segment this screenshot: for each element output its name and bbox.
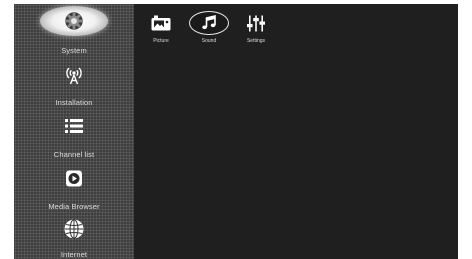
sidebar-item-installation[interactable]: Installation xyxy=(14,56,134,108)
selection-highlight xyxy=(40,6,108,36)
sliders-icon xyxy=(247,15,265,31)
submenu-item-settings[interactable]: Settings xyxy=(235,10,277,44)
sidebar-item-label: Installation xyxy=(55,98,93,107)
sidebar-item-media-browser[interactable]: Media Browser xyxy=(14,160,134,211)
music-note-icon xyxy=(202,15,216,30)
tv-menu-screen: System Installation Channel list Media B… xyxy=(14,4,458,259)
play-icon xyxy=(66,170,82,187)
picture-icon xyxy=(151,15,171,31)
globe-icon xyxy=(64,219,84,239)
submenu-item-sound[interactable]: Sound xyxy=(188,10,230,44)
antenna-icon xyxy=(66,67,82,85)
submenu-item-label: Settings xyxy=(246,38,266,44)
gear-icon xyxy=(65,12,83,30)
selection-highlight xyxy=(189,11,229,35)
sidebar-item-label: Channel list xyxy=(53,150,95,159)
sidebar-item-system[interactable]: System xyxy=(14,4,134,55)
submenu-item-label: Picture xyxy=(153,38,169,44)
submenu-item-picture[interactable]: Picture xyxy=(140,10,182,44)
main-menu-sidebar: System Installation Channel list Media B… xyxy=(14,4,134,259)
submenu-panel: Picture Sound Settings xyxy=(134,4,458,259)
sidebar-item-label: Internet xyxy=(60,250,88,259)
list-icon xyxy=(65,119,83,133)
submenu-item-label: Sound xyxy=(201,38,217,44)
sidebar-item-label: System xyxy=(61,46,87,55)
sidebar-item-internet[interactable]: Internet xyxy=(14,210,134,259)
sidebar-item-channel-list[interactable]: Channel list xyxy=(14,108,134,160)
